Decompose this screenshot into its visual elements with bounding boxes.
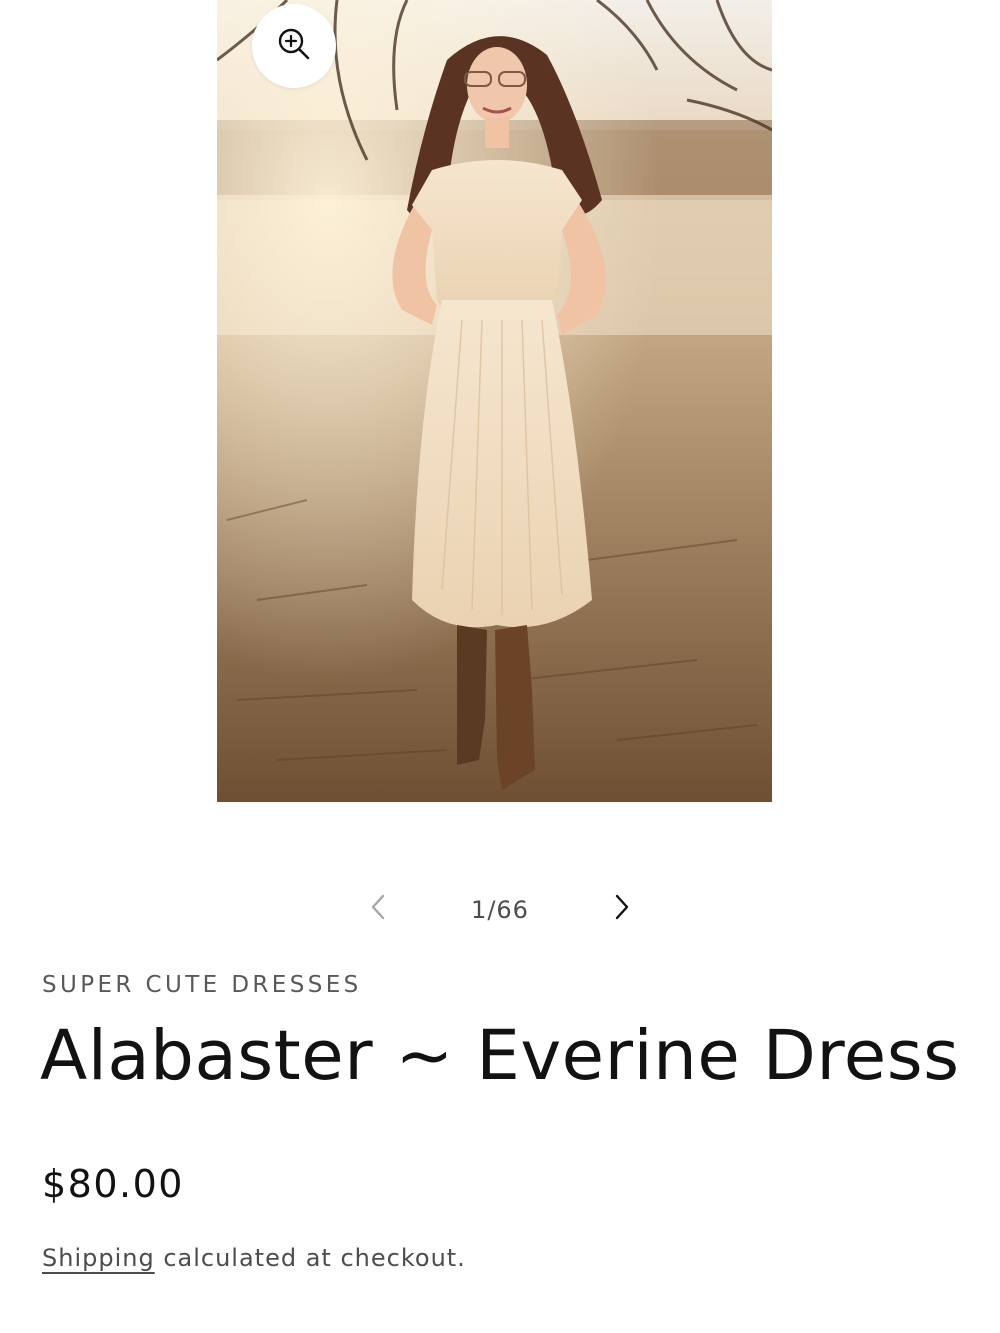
shipping-link[interactable]: Shipping [42, 1244, 155, 1272]
next-slide-button[interactable] [597, 884, 647, 934]
chevron-right-icon [613, 893, 631, 925]
zoom-in-icon [277, 27, 311, 65]
product-price: $80.00 [42, 1162, 184, 1206]
previous-slide-button[interactable] [353, 884, 403, 934]
product-image[interactable] [217, 0, 772, 802]
zoom-button[interactable] [252, 4, 336, 88]
product-vendor: SUPER CUTE DRESSES [42, 972, 362, 998]
shipping-note: Shipping calculated at checkout. [42, 1244, 466, 1272]
slider-navigation: 1/66 [350, 884, 650, 934]
shipping-text: calculated at checkout. [154, 1244, 466, 1272]
chevron-left-icon [369, 893, 387, 925]
product-title: Alabaster ~ Everine Dress [40, 1016, 960, 1096]
slide-counter: 1/66 [471, 896, 529, 924]
